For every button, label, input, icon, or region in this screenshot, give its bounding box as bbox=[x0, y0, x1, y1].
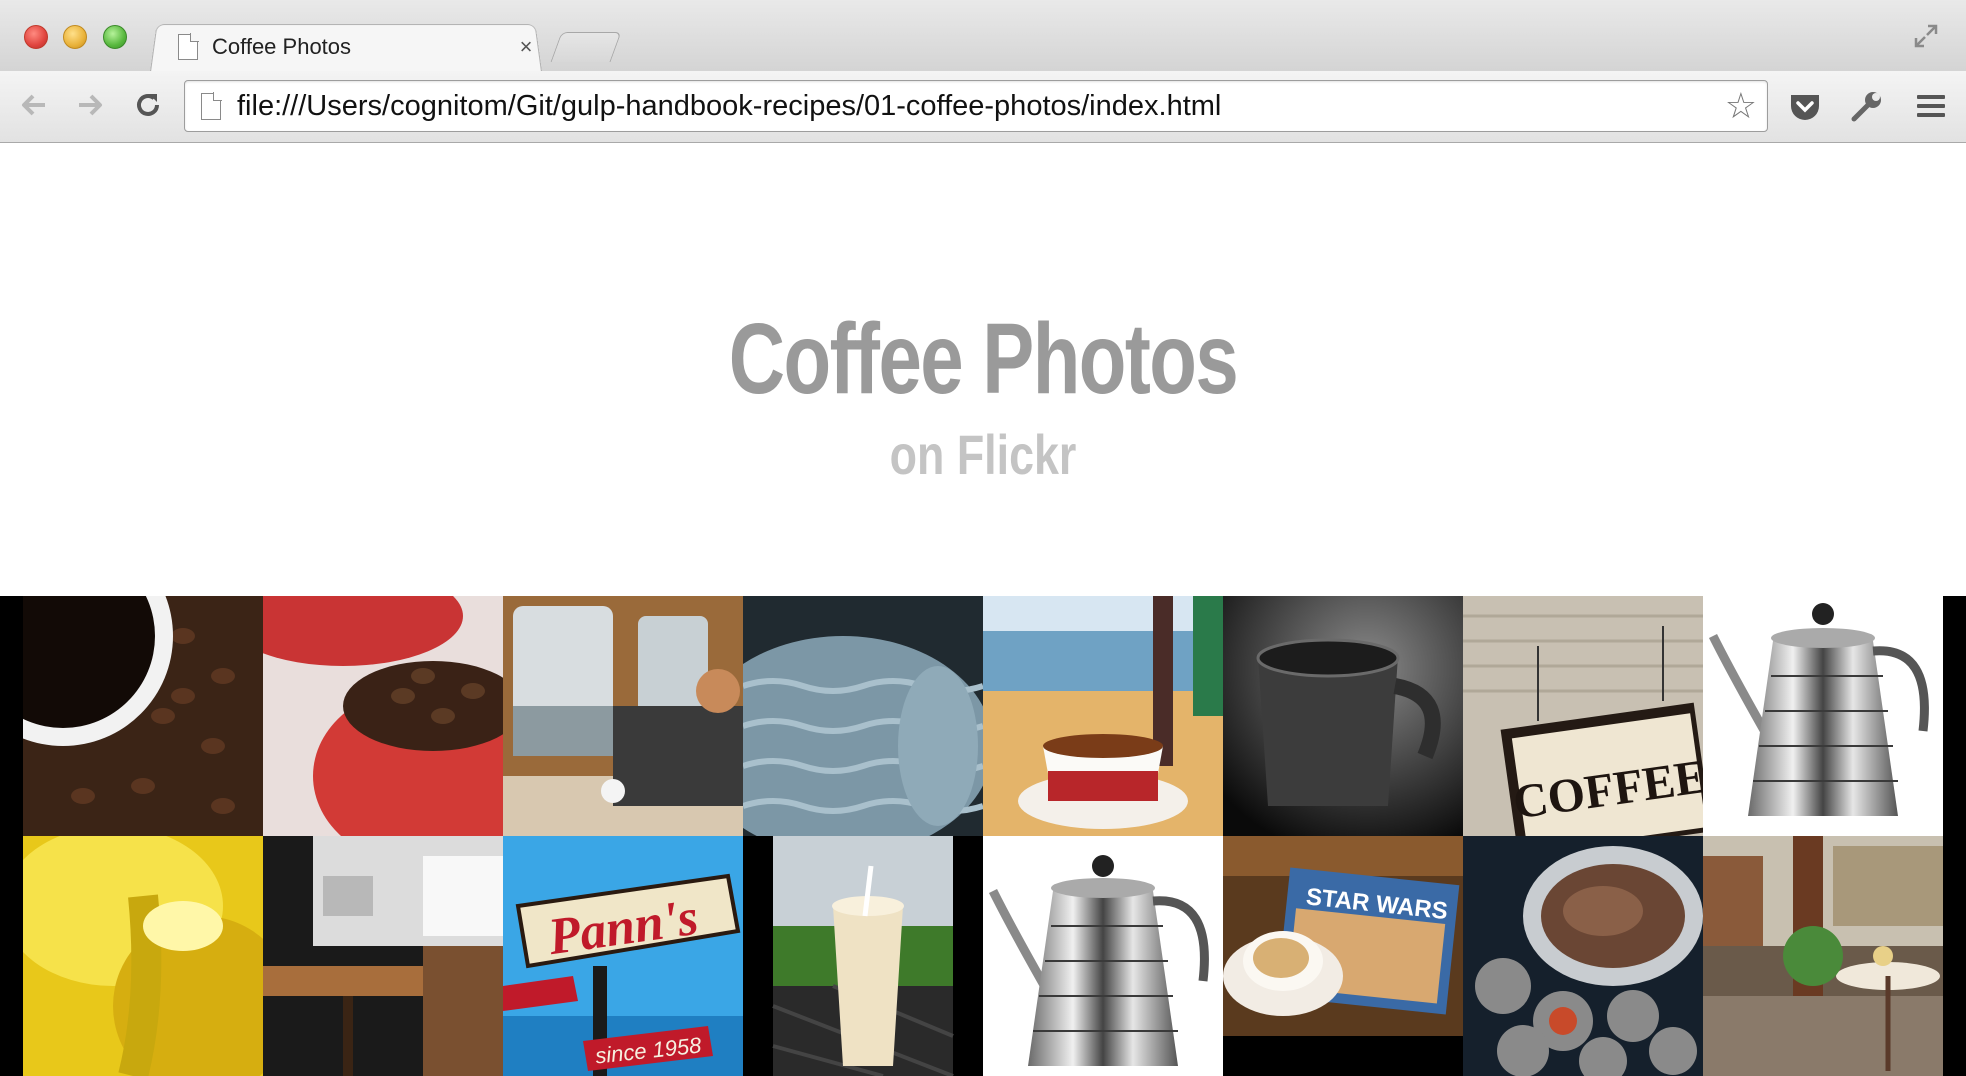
tab-title: Coffee Photos bbox=[212, 34, 352, 59]
document-icon bbox=[178, 33, 199, 60]
photo-gallery: COFFEE Pann's since 1958 STAR WARS bbox=[0, 596, 1966, 1076]
url-input[interactable] bbox=[237, 87, 1697, 125]
close-window-button[interactable] bbox=[24, 25, 48, 49]
tab-bar: Coffee Photos × bbox=[0, 0, 1966, 72]
street-cafe-table-photo[interactable] bbox=[1703, 836, 1943, 1076]
knitted-texture-photo[interactable] bbox=[743, 596, 983, 836]
active-tab-content[interactable]: Coffee Photos × bbox=[178, 24, 538, 70]
steel-kettle-photo-2[interactable] bbox=[983, 836, 1223, 1076]
wrench-icon[interactable] bbox=[1846, 85, 1888, 127]
address-bar[interactable]: ☆ bbox=[184, 80, 1768, 132]
grey-mug-photo[interactable] bbox=[1223, 596, 1463, 836]
hero-header: Coffee Photos on Flickr bbox=[0, 144, 1966, 596]
tab-close-icon[interactable]: × bbox=[514, 34, 538, 60]
fullscreen-icon[interactable] bbox=[1912, 22, 1940, 50]
coffee-cup-on-beans-photo[interactable] bbox=[23, 596, 263, 836]
latte-star-wars-book-photo[interactable]: STAR WARS bbox=[1223, 836, 1463, 1076]
amelia-island-coffee-sign-photo[interactable]: COFFEE bbox=[1463, 596, 1703, 836]
ferry-window-seat-photo[interactable] bbox=[503, 596, 743, 836]
zoom-window-button[interactable] bbox=[103, 25, 127, 49]
coffee-pot-on-coals-photo[interactable] bbox=[1463, 836, 1703, 1076]
reload-button[interactable] bbox=[128, 85, 168, 125]
bookmark-star-icon[interactable]: ☆ bbox=[1725, 86, 1757, 126]
page-title: Coffee Photos bbox=[728, 303, 1239, 415]
espresso-cup-beach-photo[interactable] bbox=[983, 596, 1223, 836]
cafe-table-window-photo[interactable] bbox=[263, 836, 503, 1076]
page-content: Coffee Photos on Flickr COFFEE Pann's si… bbox=[0, 144, 1966, 1076]
pocket-icon[interactable] bbox=[1784, 85, 1826, 127]
new-tab-button[interactable] bbox=[550, 32, 622, 62]
toolbar: ☆ bbox=[0, 71, 1966, 143]
hamburger-menu-icon[interactable] bbox=[1910, 85, 1952, 127]
panns-neon-sign-photo[interactable]: Pann's since 1958 bbox=[503, 836, 743, 1076]
forward-arrow-icon bbox=[79, 94, 102, 116]
steel-kettle-photo[interactable] bbox=[1703, 596, 1943, 836]
page-document-icon bbox=[201, 92, 222, 120]
reload-icon bbox=[137, 94, 159, 116]
iced-frappe-photo[interactable] bbox=[743, 836, 983, 1076]
yellow-flower-photo[interactable] bbox=[23, 836, 263, 1076]
page-subtitle: on Flickr bbox=[889, 423, 1077, 486]
red-cups-with-beans-photo[interactable] bbox=[263, 596, 503, 836]
back-button[interactable] bbox=[14, 85, 54, 125]
minimize-window-button[interactable] bbox=[63, 25, 87, 49]
forward-button[interactable] bbox=[70, 85, 110, 125]
back-arrow-icon bbox=[22, 94, 45, 116]
